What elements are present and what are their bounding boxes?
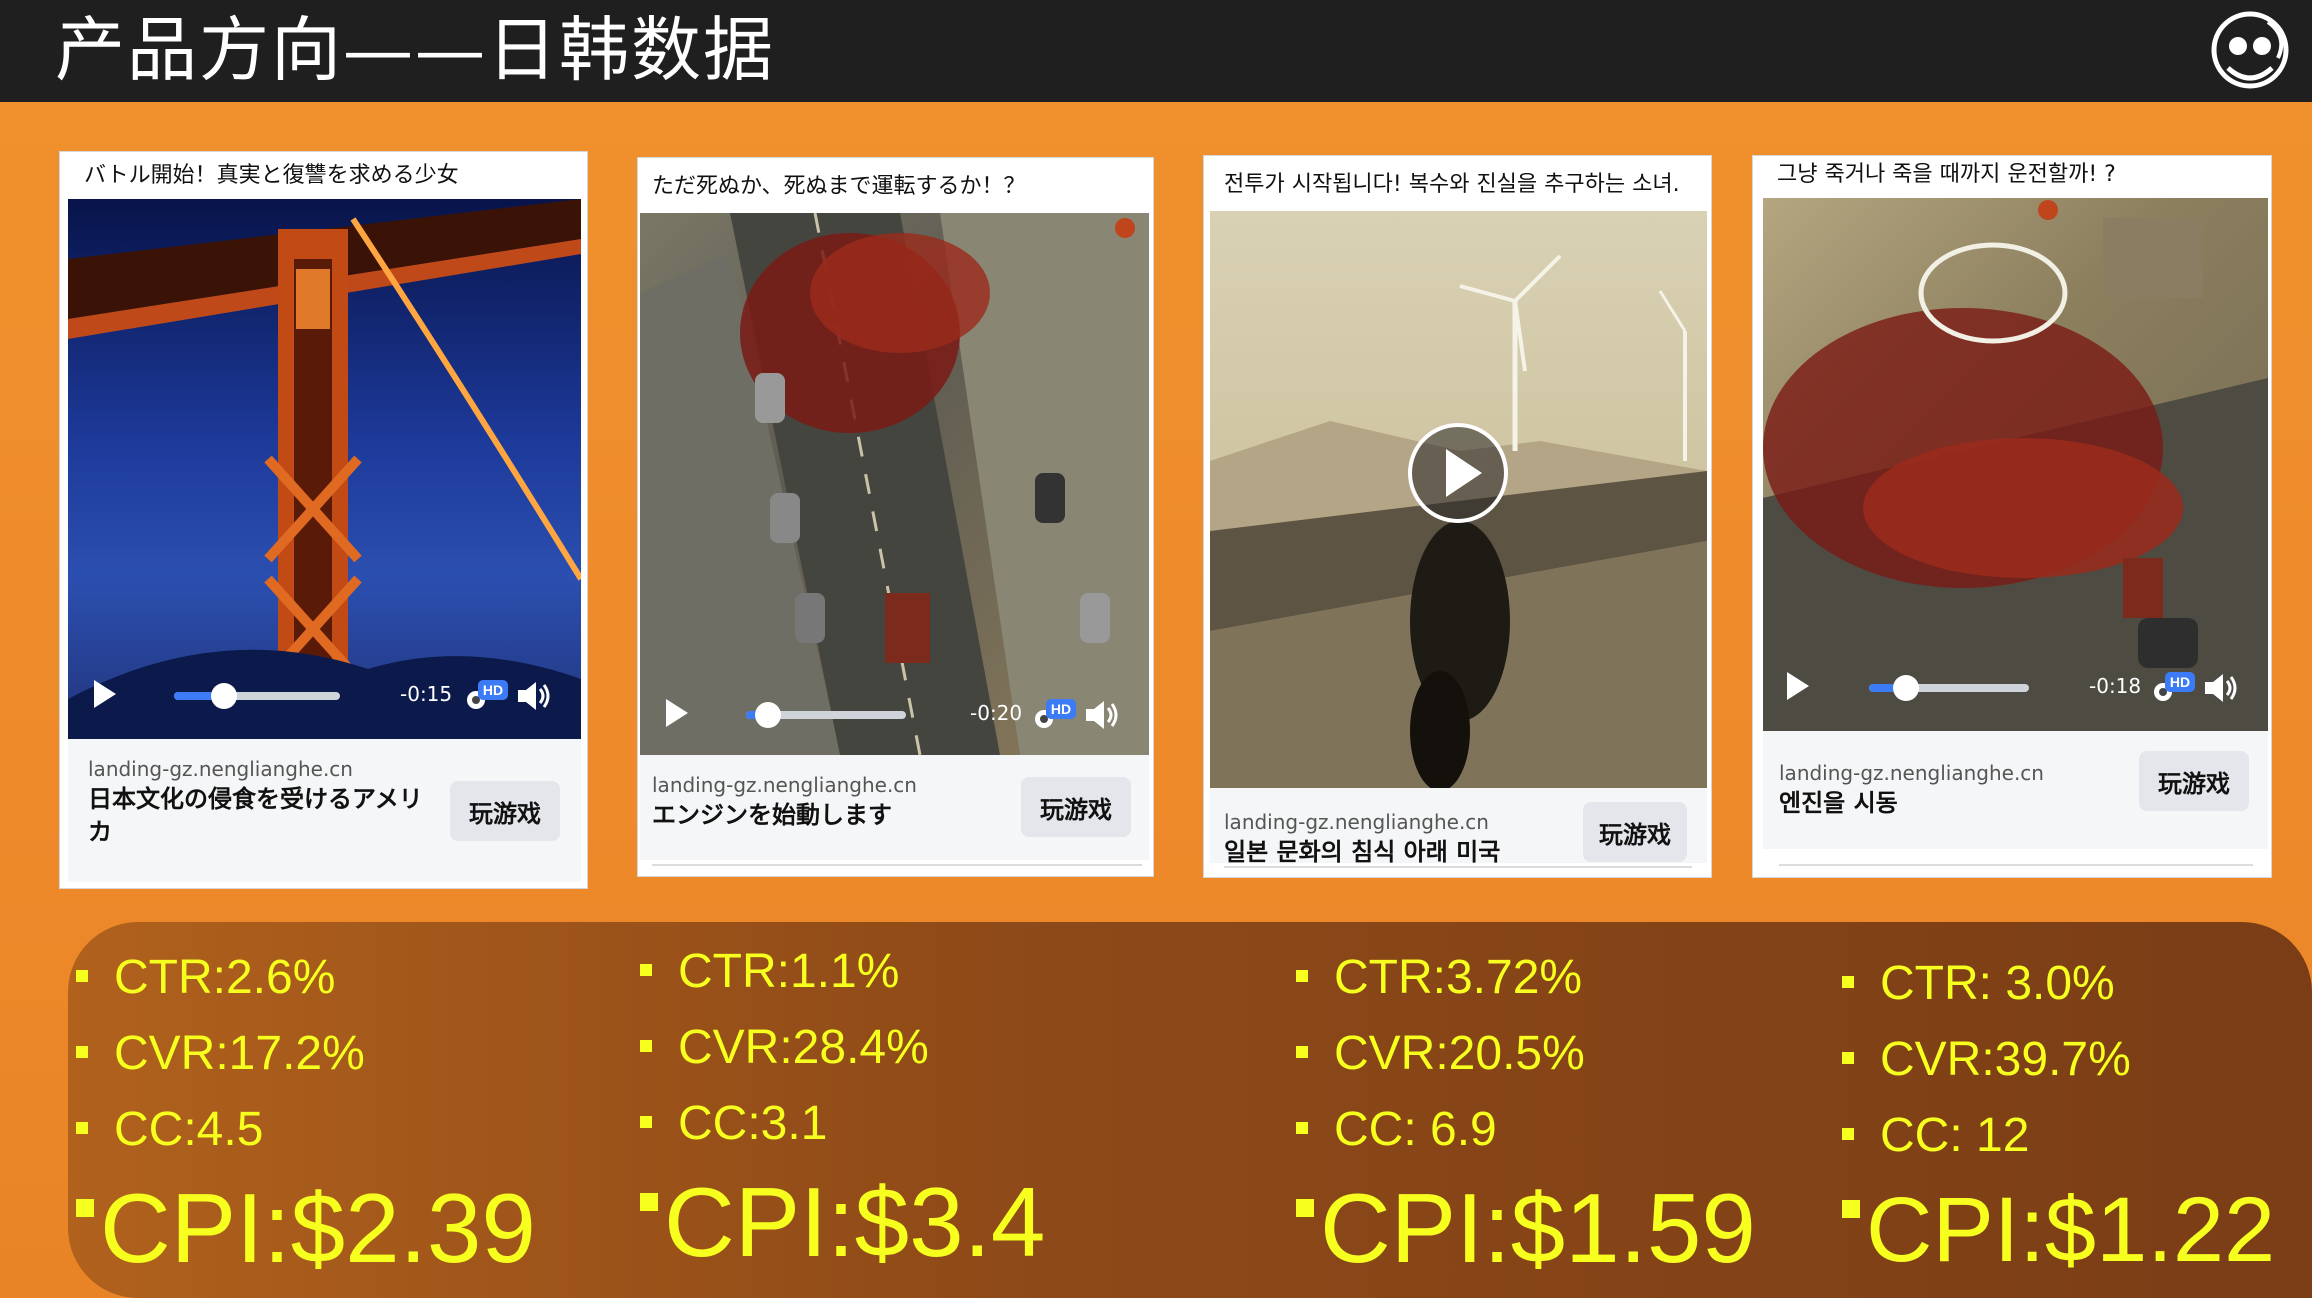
progress-track[interactable]	[746, 702, 906, 728]
road-scene	[640, 213, 1149, 755]
ad-footer: landing-gz.nenglianghe.cn エンジンを始動します 玩游戏	[640, 755, 1149, 860]
time-remaining: -0:18	[2089, 674, 2142, 698]
desert-scene	[1210, 254, 1707, 788]
play-icon[interactable]	[1787, 672, 1809, 700]
play-game-button[interactable]: 玩游戏	[1021, 777, 1131, 837]
video-controls: -0:20 HD	[640, 683, 1149, 743]
page-title: 产品方向——日韩数据	[55, 9, 775, 91]
progress-knob[interactable]	[1892, 675, 1919, 701]
ad-description: 日本文化の侵食を受けるアメリカ	[88, 785, 423, 846]
ad-domain: landing-gz.nenglianghe.cn	[1779, 761, 2044, 785]
volume-icon[interactable]	[2203, 670, 2239, 706]
play-game-button[interactable]: 玩游戏	[2139, 751, 2249, 811]
ad-footer: landing-gz.nenglianghe.cn 日本文化の侵食を受けるアメリ…	[68, 739, 581, 882]
settings-icon[interactable]: HD	[2153, 670, 2197, 704]
battlefield-scene	[1763, 200, 2268, 731]
ad-domain: landing-gz.nenglianghe.cn	[1224, 810, 1489, 834]
ad-card-1[interactable]: バトル開始！真実と復讐を求める少女 -0:15 HD landing-gz.ne…	[59, 151, 588, 889]
logo-icon	[2211, 11, 2289, 89]
video-controls: -0:15 HD	[68, 664, 581, 724]
video-thumbnail[interactable]	[1210, 211, 1707, 788]
stat-ctr-2: CTR:1.1%	[640, 944, 899, 999]
ad-description: 일본 문화의 침식 아래 미국	[1224, 838, 1501, 866]
play-icon[interactable]	[94, 680, 116, 708]
stat-cc-4: CC: 12	[1842, 1108, 2029, 1163]
progress-knob[interactable]	[755, 702, 782, 728]
ad-description: エンジンを始動します	[652, 801, 892, 829]
header-bar: 产品方向——日韩数据	[0, 0, 2312, 102]
play-icon[interactable]	[666, 699, 688, 727]
stat-cpi-2: CPI:$3.4	[640, 1166, 1045, 1279]
ad-card-2[interactable]: ただ死ぬか、死ぬまで運転するか！？ -0:20 HD landing-gz.ne…	[637, 157, 1154, 877]
ad-footer: landing-gz.nenglianghe.cn 일본 문화의 침식 아래 미…	[1210, 788, 1707, 866]
video-thumbnail[interactable]: -0:15 HD	[68, 199, 581, 739]
stat-cpi-1: CPI:$2.39	[76, 1172, 536, 1285]
settings-icon[interactable]: HD	[466, 678, 510, 712]
stat-cvr-2: CVR:28.4%	[640, 1020, 929, 1075]
ad-headline: 전투가 시작됩니다! 복수와 진실을 추구하는 소녀.	[1224, 172, 1680, 197]
stat-cc-1: CC:4.5	[76, 1102, 263, 1157]
progress-knob[interactable]	[210, 683, 237, 709]
video-controls: -0:18 HD	[1763, 656, 2268, 716]
play-game-button[interactable]: 玩游戏	[450, 781, 560, 841]
stat-cvr-4: CVR:39.7%	[1842, 1032, 2131, 1087]
bridge-scene	[68, 199, 581, 739]
ad-domain: landing-gz.nenglianghe.cn	[652, 773, 917, 797]
stat-cvr-3: CVR:20.5%	[1296, 1026, 1585, 1081]
stat-cpi-3: CPI:$1.59	[1296, 1172, 1756, 1285]
volume-icon[interactable]	[516, 678, 552, 714]
stat-cc-2: CC:3.1	[640, 1096, 827, 1151]
time-remaining: -0:15	[400, 682, 453, 706]
time-remaining: -0:20	[970, 701, 1023, 725]
stat-cvr-1: CVR:17.2%	[76, 1026, 365, 1081]
stat-cc-3: CC: 6.9	[1296, 1102, 1497, 1157]
ad-footer: landing-gz.nenglianghe.cn 엔진을 시동 玩游戏	[1763, 731, 2268, 849]
ad-domain: landing-gz.nenglianghe.cn	[88, 757, 353, 781]
divider	[652, 864, 1142, 866]
progress-track[interactable]	[174, 683, 340, 709]
stat-ctr-3: CTR:3.72%	[1296, 950, 1582, 1005]
settings-icon[interactable]: HD	[1034, 697, 1078, 731]
stat-ctr-4: CTR: 3.0%	[1842, 956, 2115, 1011]
ad-headline: バトル開始！真実と復讐を求める少女	[84, 163, 459, 188]
hd-badge: HD	[2170, 674, 2190, 690]
ad-headline: 그냥 죽거나 죽을 때까지 운전할까! ?	[1777, 162, 2116, 187]
play-game-button[interactable]: 玩游戏	[1583, 802, 1687, 862]
ad-card-4[interactable]: 그냥 죽거나 죽을 때까지 운전할까! ? -0:18 HD landing-g…	[1752, 155, 2272, 878]
volume-icon[interactable]	[1084, 697, 1120, 733]
divider	[1224, 866, 1692, 868]
stat-cpi-4: CPI:$1.22	[1842, 1178, 2275, 1283]
ad-card-3[interactable]: 전투가 시작됩니다! 복수와 진실을 추구하는 소녀. landing-gz.n…	[1203, 155, 1712, 878]
video-thumbnail[interactable]: -0:20 HD	[640, 213, 1149, 755]
ad-description: 엔진을 시동	[1779, 789, 1898, 817]
hd-badge: HD	[1051, 701, 1071, 717]
ad-headline: ただ死ぬか、死ぬまで運転するか！？	[652, 174, 1026, 199]
hd-badge: HD	[483, 682, 503, 698]
video-thumbnail[interactable]: -0:18 HD	[1763, 198, 2268, 731]
divider	[1779, 864, 2253, 866]
progress-track[interactable]	[1869, 675, 2029, 701]
stat-ctr-1: CTR:2.6%	[76, 950, 335, 1005]
